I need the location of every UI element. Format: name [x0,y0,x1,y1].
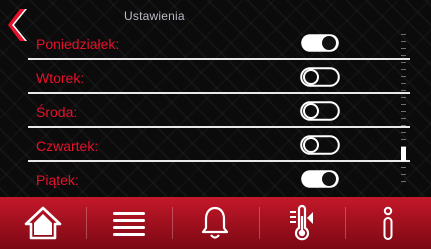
scroll-tick [401,174,406,175]
day-label: Wtorek: [36,70,85,86]
scroll-tick [401,62,406,63]
scroll-tick [401,118,406,119]
scroll-tick [401,146,406,147]
day-toggle[interactable] [300,169,340,189]
scroll-tick [401,48,406,49]
scroll-tick [401,83,406,84]
home-icon [24,206,62,240]
day-row-friday: Piątek: [0,162,410,196]
scroll-tick [401,125,406,126]
scroll-tick [401,41,406,42]
nav-temperature-button[interactable] [258,197,345,249]
day-label: Środa: [36,104,78,120]
scroll-thumb[interactable] [401,147,406,161]
nav-menu-button[interactable] [86,197,172,249]
nav-alarm-button[interactable] [172,197,258,249]
day-toggle[interactable] [300,67,340,87]
day-row-wednesday: Środa: [0,94,410,128]
day-toggle[interactable] [300,101,340,121]
scroll-tick [401,132,406,133]
toggle-off-icon [300,135,340,155]
bell-icon [202,206,229,239]
bottom-nav-bar [0,197,431,249]
day-row-thursday: Czwartek: [0,128,410,162]
menu-icon [113,212,146,236]
toggle-on-icon [301,170,339,188]
page-title: Ustawienia [124,9,185,23]
day-label: Poniedziałek: [36,36,120,52]
scroll-tick [401,181,406,182]
scrollbar-track [401,34,406,182]
scroll-tick [401,97,406,98]
toggle-off-icon [300,67,340,87]
scroll-tick [401,90,406,91]
day-toggle[interactable] [300,135,340,155]
day-label: Piątek: [36,172,79,188]
scroll-tick [401,55,406,56]
day-row-monday: Poniedziałek: [0,26,410,60]
day-row-tuesday: Wtorek: [0,60,410,94]
nav-info-button[interactable] [344,197,431,249]
scroll-tick [401,167,406,168]
scroll-tick [401,76,406,77]
scroll-tick [401,34,406,35]
scrollbar[interactable] [399,30,409,190]
scroll-tick [401,139,406,140]
settings-screen: Ustawienia Poniedziałek: Wtorek: Środa: … [0,0,431,249]
info-icon [383,206,393,240]
day-list: Poniedziałek: Wtorek: Środa: Czwartek: P… [0,26,410,197]
toggle-off-icon [300,101,340,121]
nav-home-button[interactable] [0,197,86,249]
day-toggle[interactable] [300,33,340,53]
day-label: Czwartek: [36,138,99,154]
scroll-tick [401,69,406,70]
thermometer-icon [289,204,313,241]
scroll-tick [401,111,406,112]
toggle-on-icon [301,34,339,52]
scroll-tick [401,104,406,105]
